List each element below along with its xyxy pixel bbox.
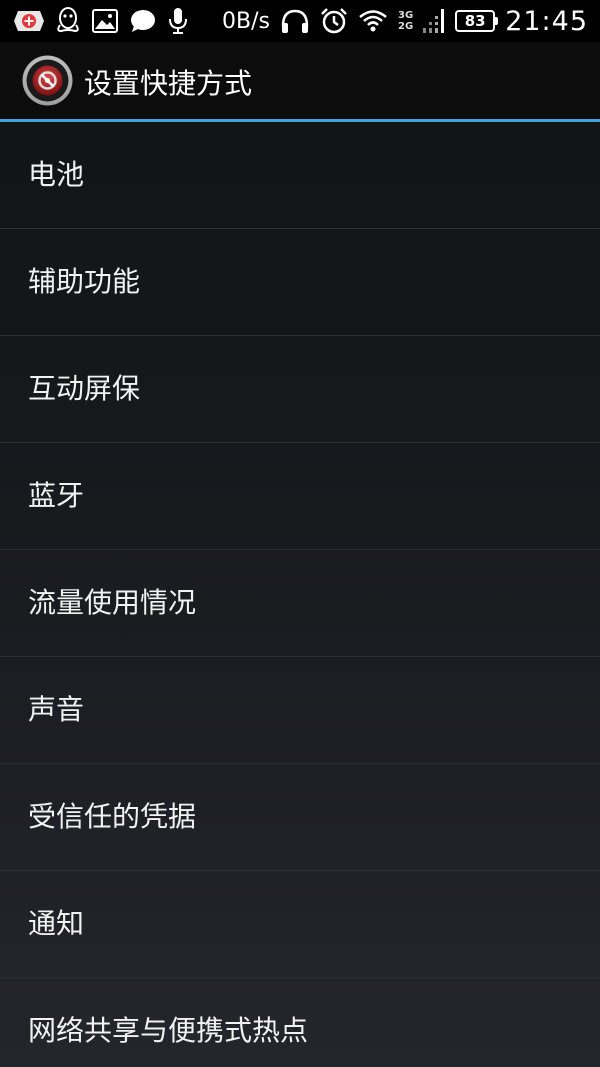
network-type-bottom: 2G [398, 21, 414, 32]
shortcut-list: 电池 辅助功能 互动屏保 蓝牙 流量使用情况 声音 受信任的凭据 通知 网络共享… [0, 122, 600, 1067]
status-bar-system: 0B/s 3G 2G 83 21:45 [222, 4, 588, 38]
network-type: 3G 2G [398, 10, 413, 32]
list-item-data-usage[interactable]: 流量使用情况 [0, 550, 600, 657]
list-item-trusted-credentials[interactable]: 受信任的凭据 [0, 764, 600, 871]
list-item-battery[interactable]: 电池 [0, 122, 600, 229]
action-bar: 设置快捷方式 [0, 42, 600, 122]
net-speed-label: 0B/s [222, 8, 271, 34]
list-item-bluetooth[interactable]: 蓝牙 [0, 443, 600, 550]
network-type-top: 3G [398, 10, 414, 21]
status-bar: 0B/s 3G 2G 83 21:45 [0, 0, 600, 42]
mic-icon [168, 7, 188, 35]
list-item-label: 通知 [28, 907, 85, 940]
list-item-tethering-hotspot[interactable]: 网络共享与便携式热点 [0, 978, 600, 1067]
message-icon [130, 9, 156, 33]
list-item-label: 蓝牙 [28, 479, 85, 512]
wifi-icon [358, 9, 388, 33]
list-item-label: 声音 [28, 693, 85, 726]
gallery-icon [92, 9, 118, 33]
list-item-label: 电池 [28, 158, 85, 191]
list-item-label: 受信任的凭据 [28, 800, 197, 833]
status-bar-notifications [14, 6, 188, 36]
list-item-sound[interactable]: 声音 [0, 657, 600, 764]
headphones-icon [280, 8, 310, 34]
screen: 0B/s 3G 2G 83 21:45 设置快捷方式 电池 辅助功能 互动屏保 … [0, 0, 600, 1067]
battery-level: 83 [464, 12, 486, 30]
settings-app-icon[interactable] [21, 54, 74, 107]
list-item-label: 网络共享与便携式热点 [28, 1014, 309, 1047]
signal-icon [423, 8, 445, 34]
battery-icon: 83 [455, 10, 499, 32]
clock: 21:45 [505, 5, 588, 37]
list-item-daydream[interactable]: 互动屏保 [0, 336, 600, 443]
alarm-icon [320, 7, 348, 35]
qq-icon [56, 7, 80, 35]
list-item-label: 辅助功能 [28, 265, 141, 298]
list-item-label: 互动屏保 [28, 372, 141, 405]
list-item-label: 流量使用情况 [28, 586, 197, 619]
notification-badge-icon [14, 9, 44, 33]
list-item-notifications[interactable]: 通知 [0, 871, 600, 978]
page-title: 设置快捷方式 [84, 67, 253, 100]
list-item-accessibility[interactable]: 辅助功能 [0, 229, 600, 336]
